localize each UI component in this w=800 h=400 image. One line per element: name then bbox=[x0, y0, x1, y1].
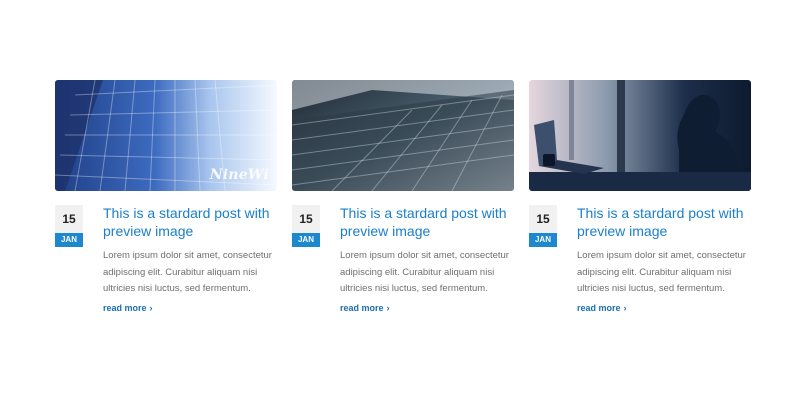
date-day: 15 bbox=[55, 205, 83, 233]
read-more-label: read more bbox=[340, 302, 384, 313]
post-image[interactable] bbox=[292, 80, 514, 191]
date-month: JAN bbox=[55, 233, 83, 247]
post-title[interactable]: This is a stardard post with preview ima… bbox=[103, 204, 277, 240]
post-title[interactable]: This is a stardard post with preview ima… bbox=[577, 204, 751, 240]
building-image bbox=[292, 80, 514, 191]
post-body: This is a stardard post with preview ima… bbox=[103, 205, 277, 316]
post-card: NineWi 15 JAN This is a stardard post wi… bbox=[55, 80, 277, 316]
post-excerpt: Lorem ipsum dolor sit amet, consectetur … bbox=[340, 250, 509, 294]
date-badge: 15 JAN bbox=[292, 205, 320, 316]
chevron-right-icon: › bbox=[149, 302, 153, 313]
read-more-label: read more bbox=[577, 302, 621, 313]
post-title[interactable]: This is a stardard post with preview ima… bbox=[340, 204, 514, 240]
post-excerpt: Lorem ipsum dolor sit amet, consectetur … bbox=[103, 250, 272, 294]
read-more-link[interactable]: read more › bbox=[340, 303, 390, 313]
read-more-link[interactable]: read more › bbox=[103, 303, 153, 313]
post-image[interactable] bbox=[529, 80, 751, 191]
date-day: 15 bbox=[292, 205, 320, 233]
date-day: 15 bbox=[529, 205, 557, 233]
date-badge: 15 JAN bbox=[55, 205, 83, 316]
post-card: 15 JAN This is a stardard post with prev… bbox=[529, 80, 751, 316]
date-badge: 15 JAN bbox=[529, 205, 557, 316]
post-meta: 15 JAN This is a stardard post with prev… bbox=[292, 205, 514, 316]
post-image[interactable]: NineWi bbox=[55, 80, 277, 191]
chevron-right-icon: › bbox=[623, 302, 627, 313]
chevron-right-icon: › bbox=[386, 302, 390, 313]
post-meta: 15 JAN This is a stardard post with prev… bbox=[55, 205, 277, 316]
date-month: JAN bbox=[529, 233, 557, 247]
post-body: This is a stardard post with preview ima… bbox=[340, 205, 514, 316]
post-card: 15 JAN This is a stardard post with prev… bbox=[292, 80, 514, 316]
post-body: This is a stardard post with preview ima… bbox=[577, 205, 751, 316]
laptop-silhouette-image bbox=[529, 80, 751, 191]
read-more-label: read more bbox=[103, 302, 147, 313]
watermark-logo: NineWi bbox=[209, 167, 269, 183]
post-excerpt: Lorem ipsum dolor sit amet, consectetur … bbox=[577, 250, 746, 294]
posts-grid: NineWi 15 JAN This is a stardard post wi… bbox=[55, 80, 751, 316]
date-month: JAN bbox=[292, 233, 320, 247]
post-meta: 15 JAN This is a stardard post with prev… bbox=[529, 205, 751, 316]
read-more-link[interactable]: read more › bbox=[577, 303, 627, 313]
